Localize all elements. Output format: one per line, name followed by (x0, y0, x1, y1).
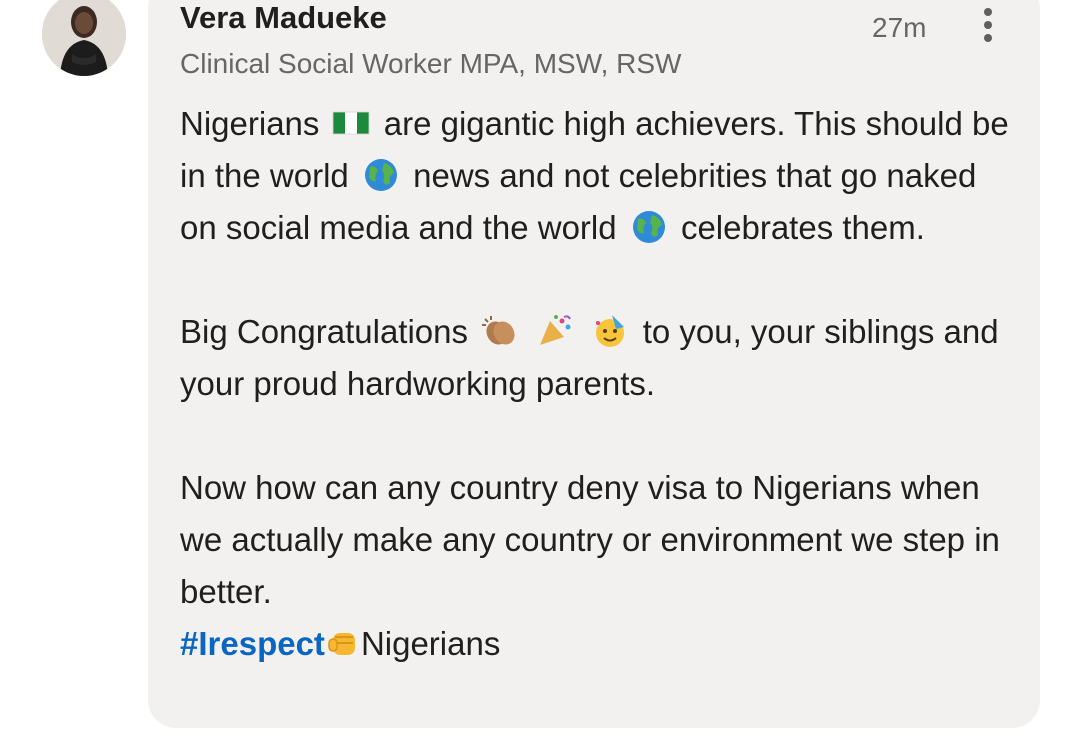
comment-paragraph: Big Congratulations to you, your sibling… (180, 306, 1020, 410)
partying-face-icon (590, 313, 632, 349)
raised-fist-icon (325, 625, 361, 661)
text-segment: Big Congratulations (180, 313, 469, 350)
comment-body: Nigerians are gigantic high achievers. T… (180, 98, 1020, 670)
more-options-button[interactable] (970, 2, 1006, 46)
hashtag-line: #Irespect Nigerians (180, 618, 1020, 670)
comment-paragraph: Nigerians are gigantic high achievers. T… (180, 98, 1020, 254)
hashtag-link[interactable]: #Irespect (180, 625, 325, 662)
text-segment: Nigerians (360, 625, 501, 662)
text-segment: celebrates them. (680, 209, 925, 246)
clapping-hands-icon (479, 313, 521, 349)
comment-paragraph: Now how can any country deny visa to Nig… (180, 469, 1000, 610)
party-popper-icon (534, 313, 576, 349)
comment-timestamp: 27m (872, 12, 927, 43)
author-name[interactable]: Vera Madueke (180, 0, 387, 36)
avatar[interactable] (42, 0, 126, 76)
globe-icon (360, 157, 402, 193)
globe-icon (628, 209, 670, 245)
comment-screen: Vera Madueke Clinical Social Worker MPA,… (0, 0, 1080, 734)
nigeria-flag-icon (331, 105, 373, 141)
author-headline: Clinical Social Worker MPA, MSW, RSW (180, 48, 682, 79)
text-segment: Nigerians (180, 105, 320, 142)
